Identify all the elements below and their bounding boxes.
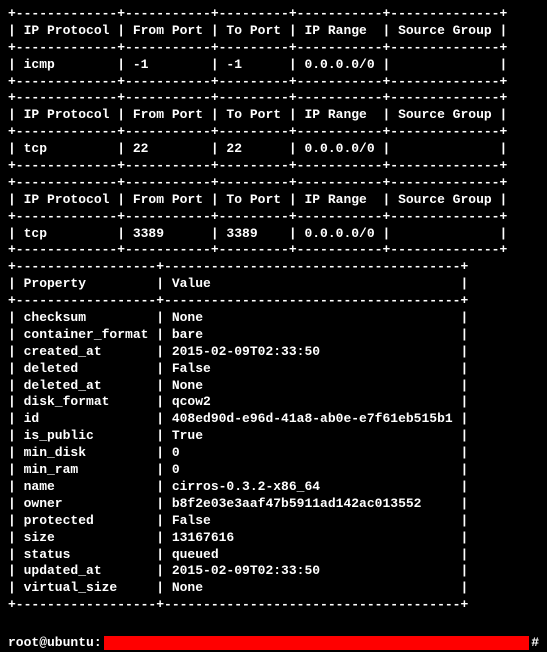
terminal-line: | IP Protocol | From Port | To Port | IP… [8, 192, 539, 209]
terminal-line: +-------------+-----------+---------+---… [8, 74, 539, 91]
terminal-line: | tcp | 22 | 22 | 0.0.0.0/0 | | [8, 141, 539, 158]
terminal-line: | deleted | False | [8, 361, 539, 378]
terminal-line: | status | queued | [8, 547, 539, 564]
prompt-user-host: root@ubuntu [8, 635, 94, 652]
prompt-line[interactable]: root@ubuntu: # [8, 635, 539, 652]
terminal-line: | protected | False | [8, 513, 539, 530]
terminal-output: +-------------+-----------+---------+---… [8, 6, 539, 631]
terminal-line: | name | cirros-0.3.2-x86_64 | [8, 479, 539, 496]
terminal-line: | updated_at | 2015-02-09T02:33:50 | [8, 563, 539, 580]
terminal-line: +-------------+-----------+---------+---… [8, 209, 539, 226]
terminal-line: +-------------+-----------+---------+---… [8, 6, 539, 23]
terminal-line: +------------------+--------------------… [8, 259, 539, 276]
terminal-line: | size | 13167616 | [8, 530, 539, 547]
terminal-line [8, 614, 539, 631]
terminal-line: | min_disk | 0 | [8, 445, 539, 462]
terminal-line: | created_at | 2015-02-09T02:33:50 | [8, 344, 539, 361]
terminal-line: | IP Protocol | From Port | To Port | IP… [8, 23, 539, 40]
terminal-line: | container_format | bare | [8, 327, 539, 344]
terminal-line: | owner | b8f2e03e3aaf47b5911ad142ac0135… [8, 496, 539, 513]
terminal-line: +-------------+-----------+---------+---… [8, 242, 539, 259]
terminal-line: | checksum | None | [8, 310, 539, 327]
terminal-line: | is_public | True | [8, 428, 539, 445]
terminal-line: +------------------+--------------------… [8, 293, 539, 310]
cursor-bar [104, 636, 530, 650]
terminal-line: +-------------+-----------+---------+---… [8, 90, 539, 107]
terminal-line: | disk_format | qcow2 | [8, 394, 539, 411]
terminal-line: | Property | Value | [8, 276, 539, 293]
terminal-line: +------------------+--------------------… [8, 597, 539, 614]
terminal-line: +-------------+-----------+---------+---… [8, 40, 539, 57]
prompt-hash: # [531, 635, 539, 652]
terminal-line: | tcp | 3389 | 3389 | 0.0.0.0/0 | | [8, 226, 539, 243]
terminal-line: | id | 408ed90d-e96d-41a8-ab0e-e7f61eb51… [8, 411, 539, 428]
prompt-colon: : [94, 635, 102, 652]
terminal-line: | IP Protocol | From Port | To Port | IP… [8, 107, 539, 124]
terminal-line: | virtual_size | None | [8, 580, 539, 597]
terminal-line: +-------------+-----------+---------+---… [8, 158, 539, 175]
terminal-line: | deleted_at | None | [8, 378, 539, 395]
terminal-line: +-------------+-----------+---------+---… [8, 175, 539, 192]
terminal-line: | icmp | -1 | -1 | 0.0.0.0/0 | | [8, 57, 539, 74]
terminal-line: | min_ram | 0 | [8, 462, 539, 479]
terminal-line: +-------------+-----------+---------+---… [8, 124, 539, 141]
